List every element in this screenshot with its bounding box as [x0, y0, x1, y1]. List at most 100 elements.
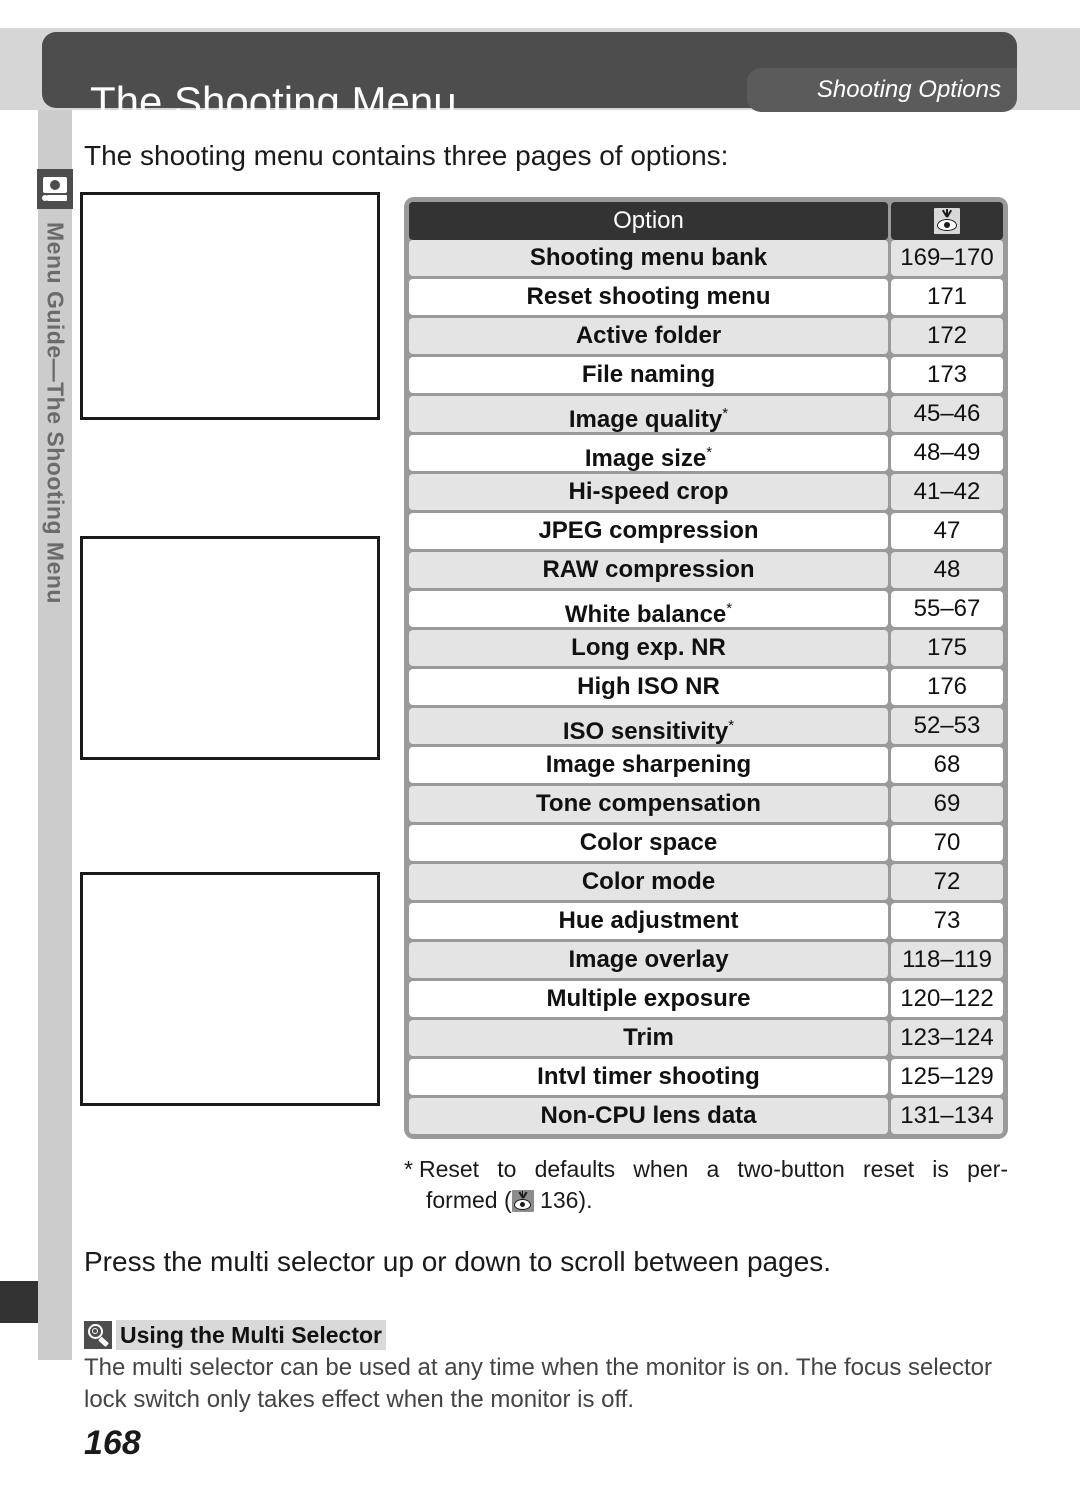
page-reference-cell: 47 [891, 513, 1003, 549]
option-name-cell: Tone compensation [409, 786, 888, 822]
table-row: Color space 70 [409, 825, 1003, 861]
sidebar-section-label-wrap: Menu Guide—The Shooting Menu [38, 222, 72, 692]
table-row: Multiple exposure 120–122 [409, 981, 1003, 1017]
table-row: Tone compensation 69 [409, 786, 1003, 822]
column-header-page-ref [891, 202, 1003, 240]
option-name-cell: Hi-speed crop [409, 474, 888, 510]
table-row: Intvl timer shooting 125–129 [409, 1059, 1003, 1095]
page-reference-cell: 45–46 [891, 396, 1003, 432]
footnote-star: * [726, 600, 733, 617]
option-name-cell: Hue adjustment [409, 903, 888, 939]
camera-glyph [42, 176, 68, 202]
column-header-option: Option [409, 202, 888, 240]
option-name-cell: Image quality* [409, 396, 888, 432]
footnote-star: * [728, 717, 735, 734]
option-name-cell: Non-CPU lens data [409, 1098, 888, 1134]
option-name-cell: Color space [409, 825, 888, 861]
table-row: White balance* 55–67 [409, 591, 1003, 627]
table-footnote: * Reset to defaults when a two-button res… [404, 1154, 1008, 1216]
option-name-cell: Active folder [409, 318, 888, 354]
section-tab: Shooting Options [747, 68, 1017, 112]
table-header-row: Option [409, 202, 1003, 240]
menu-screenshot-3 [80, 872, 380, 1106]
magnifier-tip-icon [84, 1321, 112, 1349]
option-name-cell: ISO sensitivity* [409, 708, 888, 744]
table-row: Image quality* 45–46 [409, 396, 1003, 432]
camera-icon [37, 169, 73, 209]
option-name-cell: Image overlay [409, 942, 888, 978]
table-row: Color mode 72 [409, 864, 1003, 900]
see-page-icon [934, 208, 960, 234]
option-name-cell: Shooting menu bank [409, 240, 888, 276]
table-row: Reset shooting menu 171 [409, 279, 1003, 315]
option-name-cell: Trim [409, 1020, 888, 1056]
table-row: High ISO NR 176 [409, 669, 1003, 705]
footnote-text-2-suffix: ). [578, 1187, 593, 1214]
page-reference-cell: 118–119 [891, 942, 1003, 978]
footnote-line-1: * Reset to defaults when a two-button res… [404, 1154, 1008, 1185]
option-name-cell: High ISO NR [409, 669, 888, 705]
page-reference-cell: 171 [891, 279, 1003, 315]
table-row: Image sharpening 68 [409, 747, 1003, 783]
page-reference-cell: 72 [891, 864, 1003, 900]
table-row: Shooting menu bank 169–170 [409, 240, 1003, 276]
table-row: Long exp. NR 175 [409, 630, 1003, 666]
page-title: The Shooting Menu [90, 78, 457, 125]
tip-title: Using the Multi Selector [116, 1320, 386, 1350]
option-name-cell: Intvl timer shooting [409, 1059, 888, 1095]
option-name-cell: JPEG compression [409, 513, 888, 549]
press-instruction-text: Press the multi selector up or down to s… [84, 1246, 832, 1277]
footnote-text-2-prefix: formed ( [426, 1187, 512, 1214]
option-name-cell: File naming [409, 357, 888, 393]
footnote-marker: * [404, 1156, 413, 1182]
option-name-cell: Reset shooting menu [409, 279, 888, 315]
header-bar: The Shooting Menu Shooting Options [42, 32, 1017, 125]
page-number: 168 [84, 1424, 141, 1462]
table-row: ISO sensitivity* 52–53 [409, 708, 1003, 744]
page-reference-cell: 172 [891, 318, 1003, 354]
option-name-cell: Color mode [409, 864, 888, 900]
see-page-icon-inline [511, 1190, 534, 1213]
page-reference-cell: 125–129 [891, 1059, 1003, 1095]
page-reference-cell: 48 [891, 552, 1003, 588]
footnote-page-ref: 136 [540, 1187, 579, 1214]
sidebar-section-label: Menu Guide—The Shooting Menu [42, 222, 69, 604]
page-reference-cell: 69 [891, 786, 1003, 822]
table-row: Active folder 172 [409, 318, 1003, 354]
page-reference-cell: 123–124 [891, 1020, 1003, 1056]
footnote-star: * [706, 444, 713, 461]
tip-body-text: The multi selector can be used at any ti… [84, 1354, 993, 1413]
page-reference-cell: 55–67 [891, 591, 1003, 627]
footnote-text-1: Reset to defaults when a two-button rese… [418, 1156, 1008, 1182]
option-name-cell: RAW compression [409, 552, 888, 588]
page-reference-cell: 173 [891, 357, 1003, 393]
footnote-line-2: formed ( 136). [404, 1185, 1008, 1216]
page-reference-cell: 120–122 [891, 981, 1003, 1017]
table-row: File naming 173 [409, 357, 1003, 393]
page-reference-cell: 131–134 [891, 1098, 1003, 1134]
footnote-star: * [722, 405, 729, 422]
page-reference-cell: 175 [891, 630, 1003, 666]
table-row: Hue adjustment 73 [409, 903, 1003, 939]
option-name-cell: Image size* [409, 435, 888, 471]
table-row: RAW compression 48 [409, 552, 1003, 588]
table-row: Non-CPU lens data 131–134 [409, 1098, 1003, 1134]
page-reference-cell: 48–49 [891, 435, 1003, 471]
page-reference-cell: 68 [891, 747, 1003, 783]
menu-screenshot-1 [80, 192, 380, 420]
table-row: JPEG compression 47 [409, 513, 1003, 549]
page-reference-cell: 73 [891, 903, 1003, 939]
tip-heading: Using the Multi Selector [84, 1320, 386, 1350]
page-reference-cell: 41–42 [891, 474, 1003, 510]
option-name-cell: Multiple exposure [409, 981, 888, 1017]
table-row: Hi-speed crop 41–42 [409, 474, 1003, 510]
page-reference-cell: 176 [891, 669, 1003, 705]
option-name-cell: Image sharpening [409, 747, 888, 783]
manual-page: The Shooting Menu Shooting Options Menu … [0, 0, 1080, 1486]
option-name-cell: White balance* [409, 591, 888, 627]
page-reference-cell: 70 [891, 825, 1003, 861]
option-name-cell: Long exp. NR [409, 630, 888, 666]
intro-text: The shooting menu contains three pages o… [84, 140, 729, 171]
table-row: Trim 123–124 [409, 1020, 1003, 1056]
chapter-tab-marker [0, 1281, 38, 1323]
